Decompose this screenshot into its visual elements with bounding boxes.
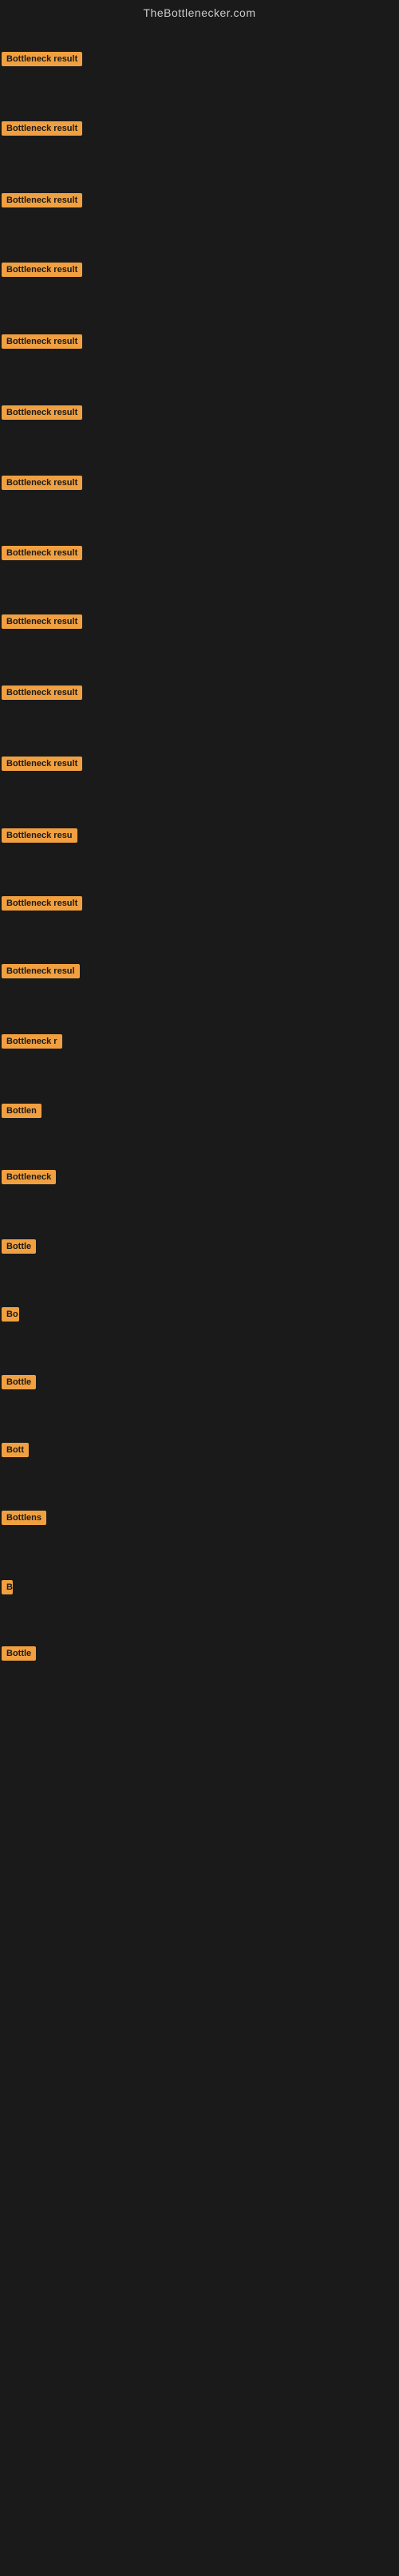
bottleneck-label: Bottle: [2, 1239, 36, 1254]
bottleneck-item: B: [2, 1580, 13, 1598]
bottleneck-item: Bott: [2, 1443, 29, 1461]
bottleneck-item: Bottleneck result: [2, 685, 82, 704]
bottleneck-label: Bottleneck: [2, 1170, 56, 1184]
bottleneck-label: Bottle: [2, 1375, 36, 1389]
bottleneck-item: Bottleneck resu: [2, 828, 77, 847]
site-title: TheBottlenecker.com: [0, 0, 399, 22]
bottleneck-label: Bottlen: [2, 1104, 41, 1118]
bottleneck-item: Bo: [2, 1307, 19, 1326]
bottleneck-item: Bottleneck result: [2, 121, 82, 140]
bottleneck-label: Bottleneck result: [2, 263, 82, 277]
bottleneck-label: Bottleneck result: [2, 405, 82, 420]
bottleneck-label: Bo: [2, 1307, 19, 1322]
bottleneck-item: Bottle: [2, 1375, 36, 1393]
bottleneck-item: Bottleneck result: [2, 263, 82, 281]
bottleneck-item: Bottleneck resul: [2, 964, 80, 982]
bottleneck-label: Bottleneck result: [2, 121, 82, 136]
bottleneck-item: Bottleneck: [2, 1170, 56, 1188]
bottleneck-label: Bottleneck result: [2, 896, 82, 911]
bottleneck-label: Bottleneck result: [2, 757, 82, 771]
bottleneck-item: Bottleneck result: [2, 193, 82, 211]
bottleneck-item: Bottleneck result: [2, 405, 82, 424]
bottleneck-label: B: [2, 1580, 13, 1594]
bottleneck-item: Bottleneck result: [2, 757, 82, 775]
bottleneck-label: Bottleneck resu: [2, 828, 77, 843]
bottleneck-item: Bottleneck result: [2, 896, 82, 915]
bottleneck-label: Bottleneck result: [2, 476, 82, 490]
bottleneck-item: Bottleneck result: [2, 334, 82, 353]
bottleneck-label: Bottleneck result: [2, 193, 82, 207]
bottleneck-label: Bottle: [2, 1646, 36, 1661]
bottleneck-item: Bottle: [2, 1646, 36, 1665]
bottleneck-item: Bottleneck result: [2, 476, 82, 494]
bottleneck-label: Bottleneck resul: [2, 964, 80, 978]
bottleneck-label: Bottlens: [2, 1511, 46, 1525]
bottleneck-label: Bottleneck result: [2, 334, 82, 349]
bottleneck-label: Bottleneck result: [2, 614, 82, 629]
bottleneck-item: Bottleneck result: [2, 52, 82, 70]
bottleneck-label: Bottleneck result: [2, 685, 82, 700]
bottleneck-label: Bottleneck result: [2, 52, 82, 66]
bottleneck-label: Bottleneck result: [2, 546, 82, 560]
bottleneck-label: Bottleneck r: [2, 1034, 62, 1049]
bottleneck-item: Bottlens: [2, 1511, 46, 1529]
bottleneck-item: Bottleneck result: [2, 546, 82, 564]
bottleneck-label: Bott: [2, 1443, 29, 1457]
bottleneck-item: Bottlen: [2, 1104, 41, 1122]
bottleneck-item: Bottle: [2, 1239, 36, 1258]
bottleneck-item: Bottleneck result: [2, 614, 82, 633]
bottleneck-item: Bottleneck r: [2, 1034, 62, 1053]
